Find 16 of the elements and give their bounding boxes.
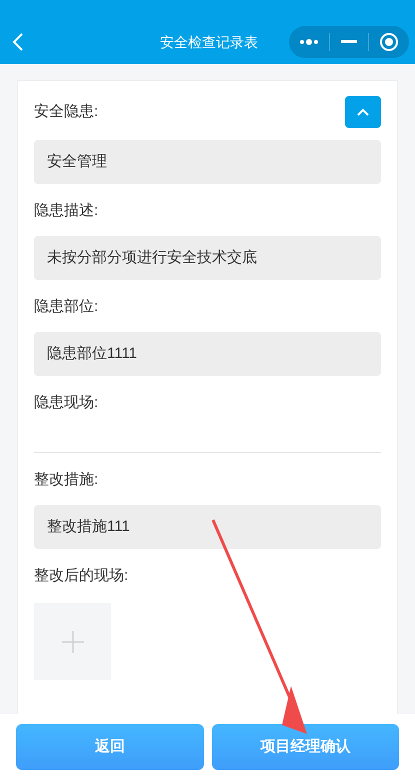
field-value: 安全管理	[34, 140, 381, 184]
action-button[interactable]: 返回	[16, 724, 204, 770]
chevron-up-icon	[357, 108, 369, 116]
action-button[interactable]: 项目经理确认	[212, 724, 399, 770]
field-label: 隐患现场:	[34, 392, 98, 413]
field-label: 整改措施:	[34, 470, 98, 490]
field-label: 隐患部位:	[34, 296, 98, 317]
plus-icon	[62, 630, 84, 652]
field-value: 整改措施111	[34, 505, 381, 549]
collapse-button[interactable]	[345, 96, 381, 128]
field-label: 安全隐患:	[34, 102, 98, 122]
field-label: 整改后的现场:	[34, 566, 128, 586]
field-value: 未按分部分项进行安全技术交底	[34, 236, 381, 280]
field-value: 隐患部位1111	[34, 332, 381, 376]
window-title: 安全检查记录表	[160, 33, 258, 52]
field-label: 隐患描述:	[34, 200, 98, 221]
